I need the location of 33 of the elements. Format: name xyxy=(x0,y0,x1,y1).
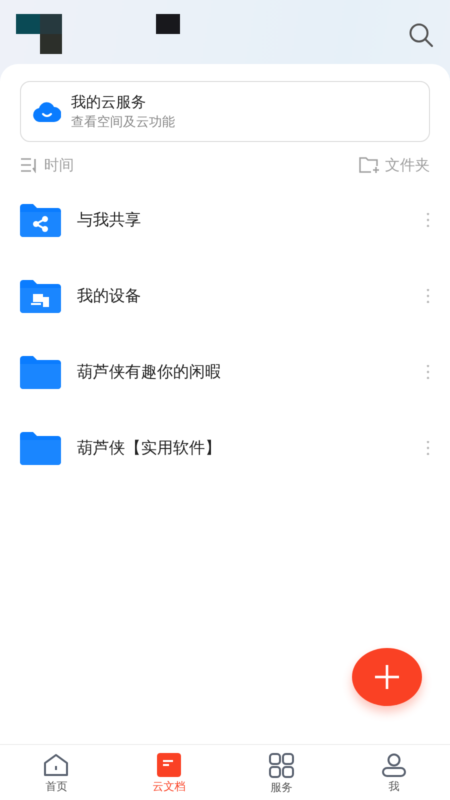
more-icon[interactable] xyxy=(426,289,430,303)
document-icon xyxy=(156,753,181,777)
folder-name: 葫芦侠【实用软件】 xyxy=(77,438,222,458)
folder-row[interactable]: 葫芦侠有趣你的闲暇 xyxy=(20,334,430,410)
folder-name: 葫芦侠有趣你的闲暇 xyxy=(77,362,222,382)
add-folder-icon xyxy=(359,156,379,174)
more-icon[interactable] xyxy=(426,441,430,455)
nav-tab[interactable]: 服务 xyxy=(225,745,338,800)
folder-row[interactable]: 与我共享 xyxy=(20,182,430,258)
search-icon[interactable] xyxy=(408,22,434,48)
cloud-service-card[interactable]: 我的云服务 查看空间及云功能 xyxy=(20,81,430,142)
add-button[interactable] xyxy=(352,648,422,706)
more-icon[interactable] xyxy=(426,365,430,379)
shared-folder-icon xyxy=(20,204,61,236)
device-folder-icon xyxy=(20,280,61,312)
folder-name: 与我共享 xyxy=(77,210,142,230)
folder-icon xyxy=(20,356,61,388)
more-icon[interactable] xyxy=(426,213,430,227)
grid-icon xyxy=(268,753,294,778)
folder-row[interactable]: 葫芦侠【实用软件】 xyxy=(20,410,430,486)
folder-row[interactable]: 我的设备 xyxy=(20,258,430,334)
home-icon xyxy=(43,753,70,777)
card-title: 我的云服务 xyxy=(71,92,147,112)
plus-icon xyxy=(375,665,399,689)
nav-tab[interactable]: 我 xyxy=(338,745,450,800)
user-icon xyxy=(380,753,407,777)
folder-icon xyxy=(20,432,61,464)
nav-tab[interactable]: 云文档 xyxy=(112,745,225,800)
folder-name: 我的设备 xyxy=(77,286,142,306)
sort-icon xyxy=(20,157,38,173)
nav-tab[interactable]: 首页 xyxy=(0,745,112,800)
card-subtitle: 查看空间及云功能 xyxy=(71,114,175,130)
cloud-icon xyxy=(33,102,61,122)
